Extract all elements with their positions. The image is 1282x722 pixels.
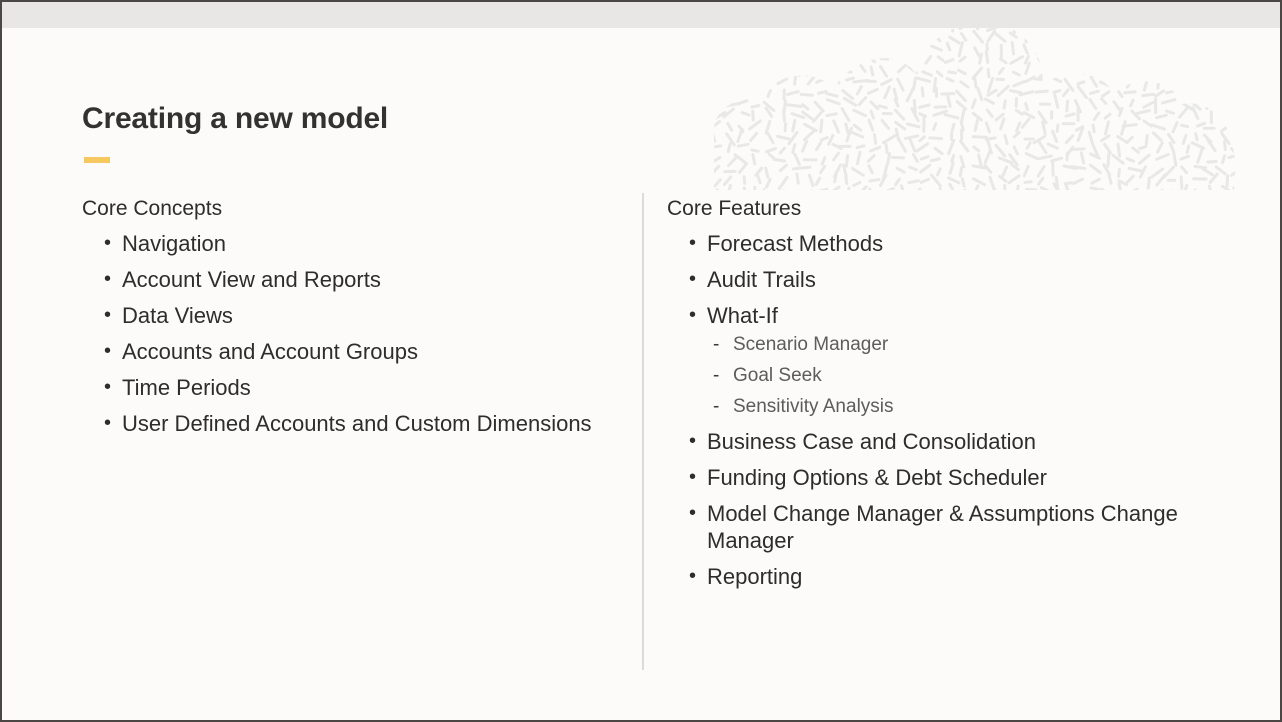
bullet-list-core-concepts: Navigation Account View and Reports Data V…	[82, 230, 612, 437]
sub-list: Scenario Manager Goal Seek Sensitivity Ana…	[707, 333, 1227, 419]
list-item[interactable]: Funding Options & Debt Scheduler	[667, 464, 1227, 491]
list-item[interactable]: User Defined Accounts and Custom Dimensi…	[82, 410, 612, 437]
list-item-label: Navigation	[122, 231, 226, 256]
sub-list-item-label: Scenario Manager	[733, 334, 889, 355]
slide-canvas: Creating a new model Core Concepts Navig…	[2, 28, 1280, 720]
column-core-features: Core Features Forecast Methods Audit Trai…	[667, 196, 1227, 599]
column-core-concepts: Core Concepts Navigation Account View and…	[82, 196, 612, 446]
presentation-window: Creating a new model Core Concepts Navig…	[0, 0, 1282, 722]
list-item[interactable]: Forecast Methods	[667, 230, 1227, 257]
list-item[interactable]: Model Change Manager & Assumptions Chang…	[667, 500, 1227, 554]
list-item[interactable]: Navigation	[82, 230, 612, 257]
list-item[interactable]: Audit Trails	[667, 266, 1227, 293]
list-item-label: Forecast Methods	[707, 231, 884, 256]
list-item-label: Data Views	[122, 303, 233, 328]
list-item-label: User Defined Accounts and Custom Dimensi…	[122, 411, 592, 436]
list-item-label: Audit Trails	[707, 267, 816, 292]
list-item[interactable]: Business Case and Consolidation	[667, 428, 1227, 455]
column-heading: Core Features	[667, 197, 802, 220]
sub-list-item[interactable]: Sensitivity Analysis	[707, 395, 1227, 419]
list-item-label: Model Change Manager & Assumptions Chang…	[707, 501, 1178, 553]
list-item-label: Business Case and Consolidation	[707, 429, 1036, 454]
bullet-list-core-features: Forecast Methods Audit Trails What-If Scena…	[667, 230, 1227, 590]
list-item[interactable]: Data Views	[82, 302, 612, 329]
list-item-label: Account View and Reports	[122, 267, 381, 292]
list-item[interactable]: Account View and Reports	[82, 266, 612, 293]
sub-list-item[interactable]: Goal Seek	[707, 364, 1227, 388]
list-item-label: What-If	[707, 303, 778, 328]
sub-list-item-label: Goal Seek	[733, 365, 822, 386]
list-item-label: Accounts and Account Groups	[122, 339, 418, 364]
column-divider	[642, 193, 644, 670]
list-item-label: Reporting	[707, 564, 803, 589]
sub-list-item-label: Sensitivity Analysis	[733, 396, 894, 417]
column-heading: Core Concepts	[82, 197, 223, 220]
list-item[interactable]: What-If Scenario Manager Goal Seek Sensitiv…	[667, 302, 1227, 419]
list-item[interactable]: Time Periods	[82, 374, 612, 401]
list-item-label: Funding Options & Debt Scheduler	[707, 465, 1047, 490]
list-item[interactable]: Reporting	[667, 563, 1227, 590]
title-accent-bar	[84, 157, 110, 163]
page-title: Creating a new model	[82, 102, 389, 135]
list-item[interactable]: Accounts and Account Groups	[82, 338, 612, 365]
window-titlebar	[2, 2, 1280, 28]
list-item-label: Time Periods	[122, 375, 251, 400]
sub-list-item[interactable]: Scenario Manager	[707, 333, 1227, 357]
cloud-texture-graphic	[714, 28, 1236, 190]
